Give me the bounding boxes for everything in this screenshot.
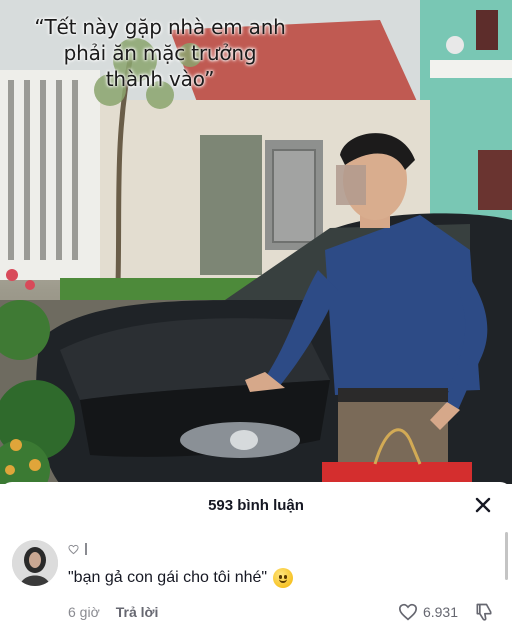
heart-outline-icon: [398, 603, 417, 621]
like-button[interactable]: 6.931: [398, 603, 458, 621]
close-icon: [475, 497, 491, 513]
smile-emoji: [273, 568, 294, 588]
video-caption: “Tết này gặp nhà em anh phải ăn mặc trưở…: [20, 14, 300, 92]
comment-text: "bạn gả con gái cho tôi nhé": [68, 569, 268, 586]
comment-count: 593 bình luận: [208, 496, 304, 514]
thumbs-down-icon: [476, 603, 492, 621]
dislike-button[interactable]: [474, 602, 494, 622]
caption-line: “Tết này gặp nhà em anh: [34, 15, 286, 39]
caption-line: phải ăn mặc trưởng: [63, 41, 257, 65]
small-heart-icon: [68, 544, 79, 554]
scrollbar[interactable]: [505, 532, 508, 580]
comments-header: 593 bình luận: [0, 482, 512, 528]
close-button[interactable]: [472, 494, 494, 516]
comment-time: 6 giờ: [68, 604, 100, 620]
comment-meta: [68, 543, 87, 555]
comment-body[interactable]: "bạn gả con gái cho tôi nhé": [68, 568, 294, 588]
comment-footer: 6 giờ Trả lời 6.931: [68, 602, 498, 622]
video-frame[interactable]: “Tết này gặp nhà em anh phải ăn mặc trưở…: [0, 0, 512, 484]
like-count: 6.931: [422, 604, 458, 620]
reply-button[interactable]: Trả lời: [116, 604, 159, 620]
avatar[interactable]: [12, 540, 58, 586]
divider: [85, 543, 87, 555]
avatar-image: [12, 540, 58, 586]
comments-panel: 593 bình luận "bạn gả con gái cho tôi nh…: [0, 482, 512, 640]
caption-line: thành vào”: [105, 67, 215, 91]
